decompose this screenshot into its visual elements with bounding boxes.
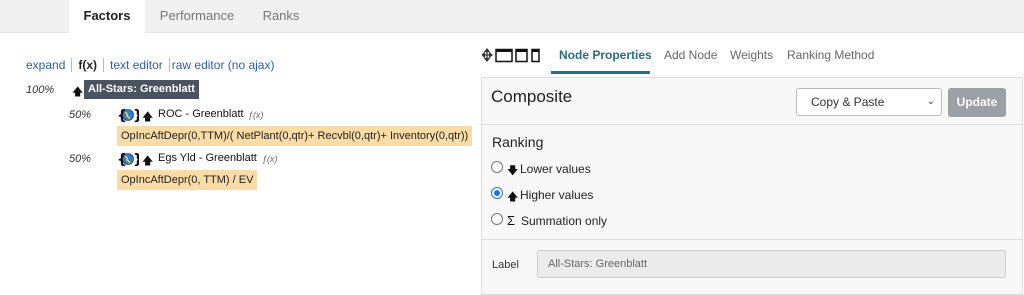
chevron-down-icon: ⌄	[926, 96, 935, 107]
radio-summation-only[interactable]	[491, 213, 503, 225]
arrow-up-icon: 🡅	[72, 86, 84, 98]
svg-text:}: }	[133, 108, 139, 123]
expand-link[interactable]: expand	[26, 58, 65, 72]
arrow-up-icon: 🡅	[142, 155, 154, 167]
arrow-up-icon: 🡅	[142, 111, 154, 123]
node-name[interactable]: Egs Yld - Greenblatt	[158, 152, 257, 164]
formula-text[interactable]: OpIncAftDepr(0, TTM) / EV	[117, 170, 258, 190]
radio-label: Summation only	[521, 214, 608, 228]
tab-ranks[interactable]: Ranks	[250, 0, 312, 33]
layout-narrow-icon[interactable]	[531, 48, 540, 63]
radio-label: Higher values	[520, 188, 594, 202]
layout-toolbar	[481, 48, 546, 67]
tab-node-properties[interactable]: Node Properties	[559, 48, 652, 62]
sigma-icon: Σ	[507, 213, 516, 228]
ranking-title: Ranking	[492, 134, 544, 150]
root-node-label[interactable]: All-Stars: Greenblatt	[84, 80, 199, 99]
text-editor-link[interactable]: text editor	[110, 58, 163, 72]
globe-icon[interactable]: { }	[117, 107, 143, 124]
node-weight: 50%	[69, 109, 92, 121]
tab-ranking-method[interactable]: Ranking Method	[787, 48, 874, 62]
mode-select-value: Copy & Paste	[811, 95, 885, 109]
radio-lower-values[interactable]	[491, 161, 503, 173]
formula-text[interactable]: OpIncAftDepr(0,TTM)/( NetPlant(0,qtr)+ R…	[117, 126, 473, 146]
tab-add-node[interactable]: Add Node	[664, 48, 717, 62]
fx-icon[interactable]: ƒ(x)	[262, 154, 278, 164]
fx-toggle[interactable]: f(x)	[78, 58, 97, 72]
globe-icon[interactable]: { }	[117, 151, 143, 168]
toolbar-divider	[168, 58, 170, 72]
node-name[interactable]: ROC - Greenblatt	[158, 108, 244, 120]
label-field[interactable]: All-Stars: Greenblatt	[537, 250, 1006, 278]
fx-icon[interactable]: ƒ(x)	[248, 110, 264, 120]
tree-toolbar: expand f(x) text editor raw editor (no a…	[26, 58, 274, 72]
node-weight: 50%	[69, 153, 92, 165]
update-button[interactable]: Update	[948, 88, 1006, 117]
panel-title: Composite	[491, 87, 573, 106]
divider	[482, 239, 1022, 240]
tab-performance[interactable]: Performance	[147, 0, 247, 33]
raw-editor-link[interactable]: raw editor (no ajax)	[172, 58, 275, 72]
toolbar-divider	[71, 58, 73, 72]
arrow-down-icon: 🡇	[507, 165, 519, 177]
svg-text:}: }	[133, 152, 139, 167]
layout-wide-icon[interactable]	[495, 48, 513, 63]
active-tab-underline	[551, 71, 650, 74]
radio-label: Lower values	[520, 162, 591, 176]
divider	[482, 124, 1022, 125]
arrow-up-icon: 🡅	[507, 191, 519, 203]
root-weight: 100%	[26, 84, 55, 96]
layout-medium-icon[interactable]	[515, 48, 528, 63]
mode-select[interactable]: Copy & Paste ⌄	[796, 88, 942, 116]
tab-factors[interactable]: Factors	[69, 0, 145, 34]
move-icon[interactable]	[481, 48, 493, 62]
label-caption: Label	[492, 259, 519, 271]
radio-higher-values[interactable]	[491, 187, 503, 199]
tab-weights[interactable]: Weights	[730, 48, 773, 62]
toolbar-divider	[103, 58, 105, 72]
